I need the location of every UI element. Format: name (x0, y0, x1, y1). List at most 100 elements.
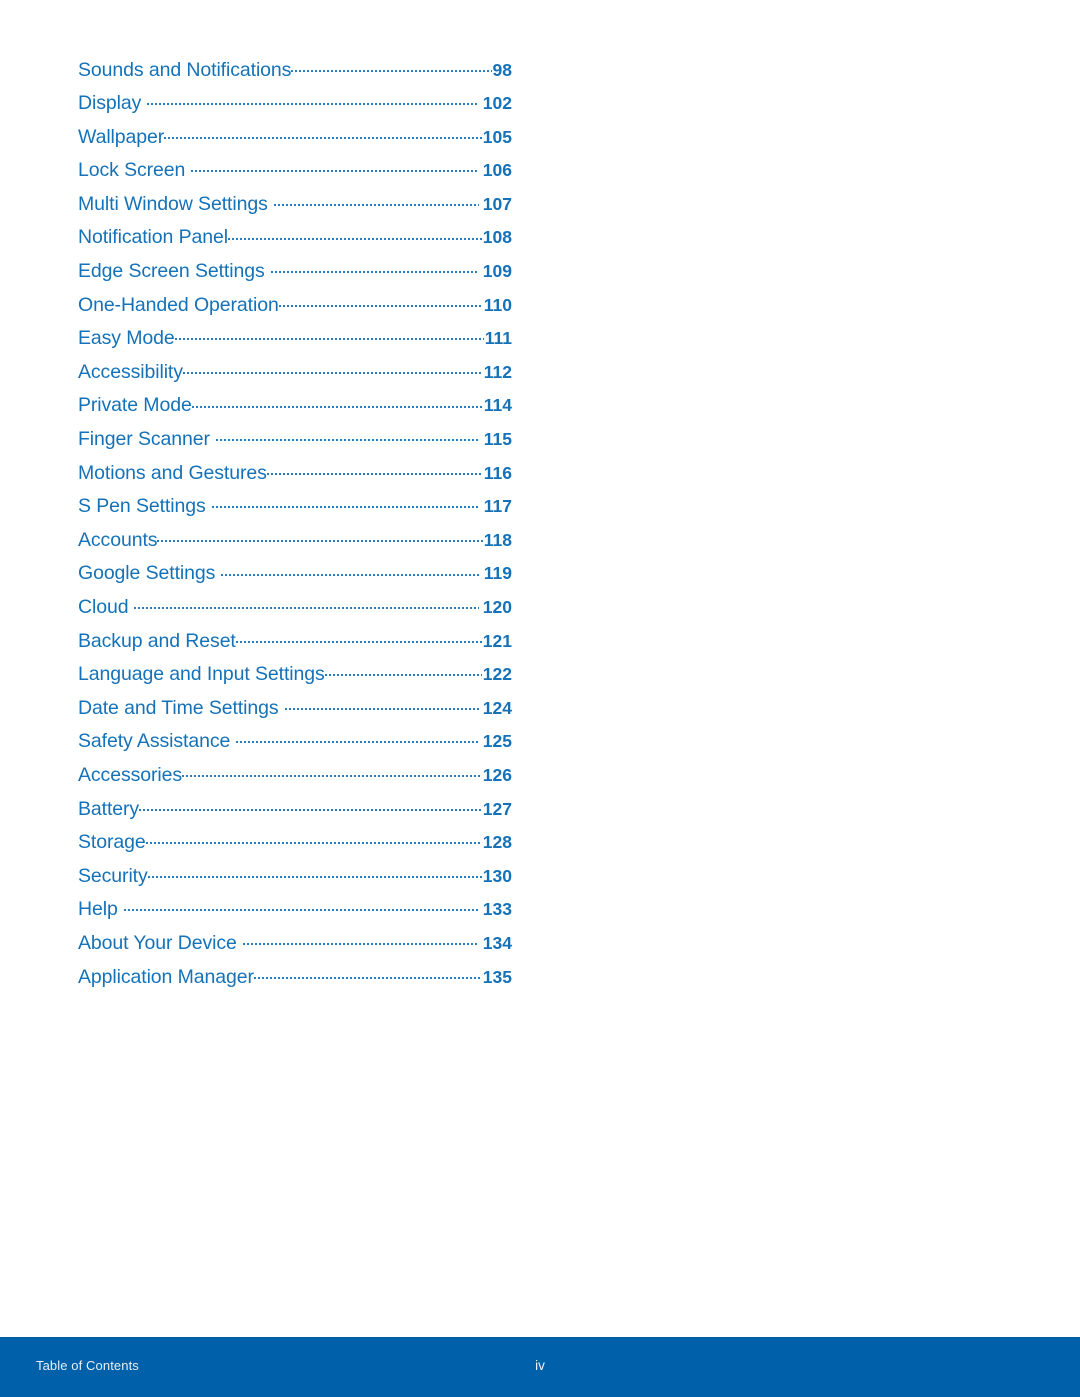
toc-entry[interactable]: Easy Mode 111 (78, 325, 512, 359)
toc-entry-title: Accessories (78, 763, 183, 786)
toc-entry[interactable]: Help 133 (78, 896, 512, 930)
toc-entry-title: Cloud (78, 596, 129, 618)
toc-entry-page-number: 108 (482, 227, 512, 248)
toc-entry-page-number: 130 (482, 865, 512, 886)
toc-entry-page-number: 110 (483, 294, 512, 315)
toc-dot-leader (191, 392, 483, 412)
toc-entry[interactable]: Display 102 (78, 90, 512, 124)
toc-entry-page-number: 115 (483, 429, 512, 450)
toc-entry-page-number: 124 (482, 697, 512, 718)
toc-dot-leader (324, 661, 482, 681)
toc-entry-title: Sounds and Notifications (78, 58, 292, 81)
toc-entry[interactable]: Battery 127 (78, 795, 512, 829)
toc-entry-title: Accounts (78, 528, 158, 551)
toc-entry-page-number: 107 (482, 193, 512, 214)
toc-dot-leader (291, 56, 492, 76)
toc-entry-title: Safety Assistance (78, 730, 231, 753)
toc-entry-page-number: 114 (483, 395, 512, 416)
table-of-contents-list: Sounds and Notifications 98 Display 102 Wall… (78, 56, 512, 997)
toc-entry[interactable]: Notification Panel 108 (78, 224, 512, 258)
toc-entry-title: Finger Scanner (78, 428, 210, 451)
toc-entry[interactable]: One-Handed Operation 110 (78, 291, 512, 325)
toc-dot-leader (273, 190, 479, 210)
toc-entry-page-number: 118 (483, 529, 512, 550)
toc-entry-title: One-Handed Operation (78, 293, 279, 316)
toc-entry-page-number: 121 (482, 630, 512, 651)
toc-entry-page-number: 135 (482, 966, 512, 987)
toc-entry-page-number: 134 (482, 932, 512, 953)
toc-entry[interactable]: Motions and Gestures 116 (78, 459, 512, 493)
toc-entry[interactable]: Accessibility 112 (78, 358, 512, 392)
toc-entry-page-number: 120 (482, 597, 512, 617)
toc-entry[interactable]: Backup and Reset 121 (78, 627, 512, 661)
toc-entry[interactable]: Application Manager 135 (78, 963, 512, 997)
toc-entry[interactable]: Safety Assistance 125 (78, 728, 512, 762)
toc-entry-title: Edge Screen Settings (78, 260, 265, 283)
toc-entry-page-number: 133 (482, 899, 512, 920)
toc-dot-leader (221, 560, 480, 580)
toc-entry[interactable]: Storage 128 (78, 829, 512, 863)
toc-entry-page-number: 102 (482, 93, 512, 114)
toc-dot-leader (147, 862, 482, 882)
toc-entry-title: Multi Window Settings (78, 192, 268, 215)
toc-dot-leader (157, 526, 483, 546)
toc-entry-page-number: 126 (482, 764, 512, 785)
toc-entry[interactable]: About Your Device 134 (78, 929, 512, 963)
toc-dot-leader (164, 123, 482, 143)
toc-dot-leader (242, 929, 479, 949)
toc-dot-leader (236, 728, 479, 748)
toc-entry[interactable]: Private Mode 114 (78, 392, 512, 426)
toc-dot-leader (253, 963, 482, 983)
toc-dot-leader (182, 761, 482, 781)
toc-entry-title: Storage (78, 831, 146, 854)
footer-page-number: iv (535, 1358, 545, 1373)
toc-entry-title: Battery (78, 797, 140, 820)
toc-dot-leader (147, 90, 479, 110)
toc-entry[interactable]: Sounds and Notifications 98 (78, 56, 512, 90)
toc-entry[interactable]: Date and Time Settings 124 (78, 694, 512, 728)
toc-entry-title: Private Mode (78, 394, 192, 417)
toc-dot-leader (182, 358, 483, 378)
toc-entry-title: Security (78, 864, 148, 887)
toc-entry-title: Motions and Gestures (78, 461, 267, 484)
toc-entry[interactable]: Edge Screen Settings 109 (78, 258, 512, 292)
toc-entry-title: Easy Mode (78, 327, 175, 350)
toc-entry[interactable]: Lock Screen 106 (78, 157, 512, 191)
toc-entry-page-number: 117 (483, 496, 512, 517)
toc-entry[interactable]: Accounts 118 (78, 526, 512, 560)
toc-dot-leader (227, 224, 482, 244)
toc-dot-leader (235, 627, 482, 647)
toc-entry-title: Display (78, 92, 142, 115)
toc-entry-title: Wallpaper (78, 125, 165, 148)
page-footer: Table of Contents iv (0, 1337, 1080, 1397)
toc-entry-title: S Pen Settings (78, 495, 206, 518)
toc-entry-page-number: 128 (482, 832, 512, 853)
toc-entry[interactable]: Multi Window Settings 107 (78, 190, 512, 224)
toc-dot-leader (284, 694, 479, 714)
toc-entry-page-number: 127 (482, 798, 512, 819)
toc-entry[interactable]: Security 130 (78, 862, 512, 896)
toc-dot-leader (145, 829, 482, 849)
toc-entry[interactable]: Cloud 120 (78, 594, 512, 628)
toc-entry[interactable]: Language and Input Settings 122 (78, 661, 512, 695)
toc-entry-title: Lock Screen (78, 159, 186, 182)
toc-dot-leader (191, 157, 479, 177)
toc-entry-title: About Your Device (78, 931, 237, 954)
toc-entry-page-number: 111 (484, 328, 512, 349)
toc-entry[interactable]: Wallpaper 105 (78, 123, 512, 157)
toc-entry-title: Date and Time Settings (78, 696, 279, 719)
toc-entry[interactable]: Accessories 126 (78, 761, 512, 795)
toc-entry[interactable]: S Pen Settings 117 (78, 493, 512, 527)
toc-entry[interactable]: Finger Scanner 115 (78, 426, 512, 460)
toc-dot-leader (174, 325, 484, 345)
toc-dot-leader (139, 795, 482, 815)
toc-entry-title: Google Settings (78, 562, 216, 585)
toc-dot-leader (134, 594, 479, 614)
toc-entry[interactable]: Google Settings 119 (78, 560, 512, 594)
toc-entry-page-number: 98 (492, 59, 512, 80)
toc-entry-page-number: 122 (482, 664, 512, 685)
toc-dot-leader (123, 896, 479, 916)
toc-dot-leader (211, 493, 480, 513)
toc-entry-page-number: 116 (483, 462, 512, 483)
toc-dot-leader (278, 291, 483, 311)
